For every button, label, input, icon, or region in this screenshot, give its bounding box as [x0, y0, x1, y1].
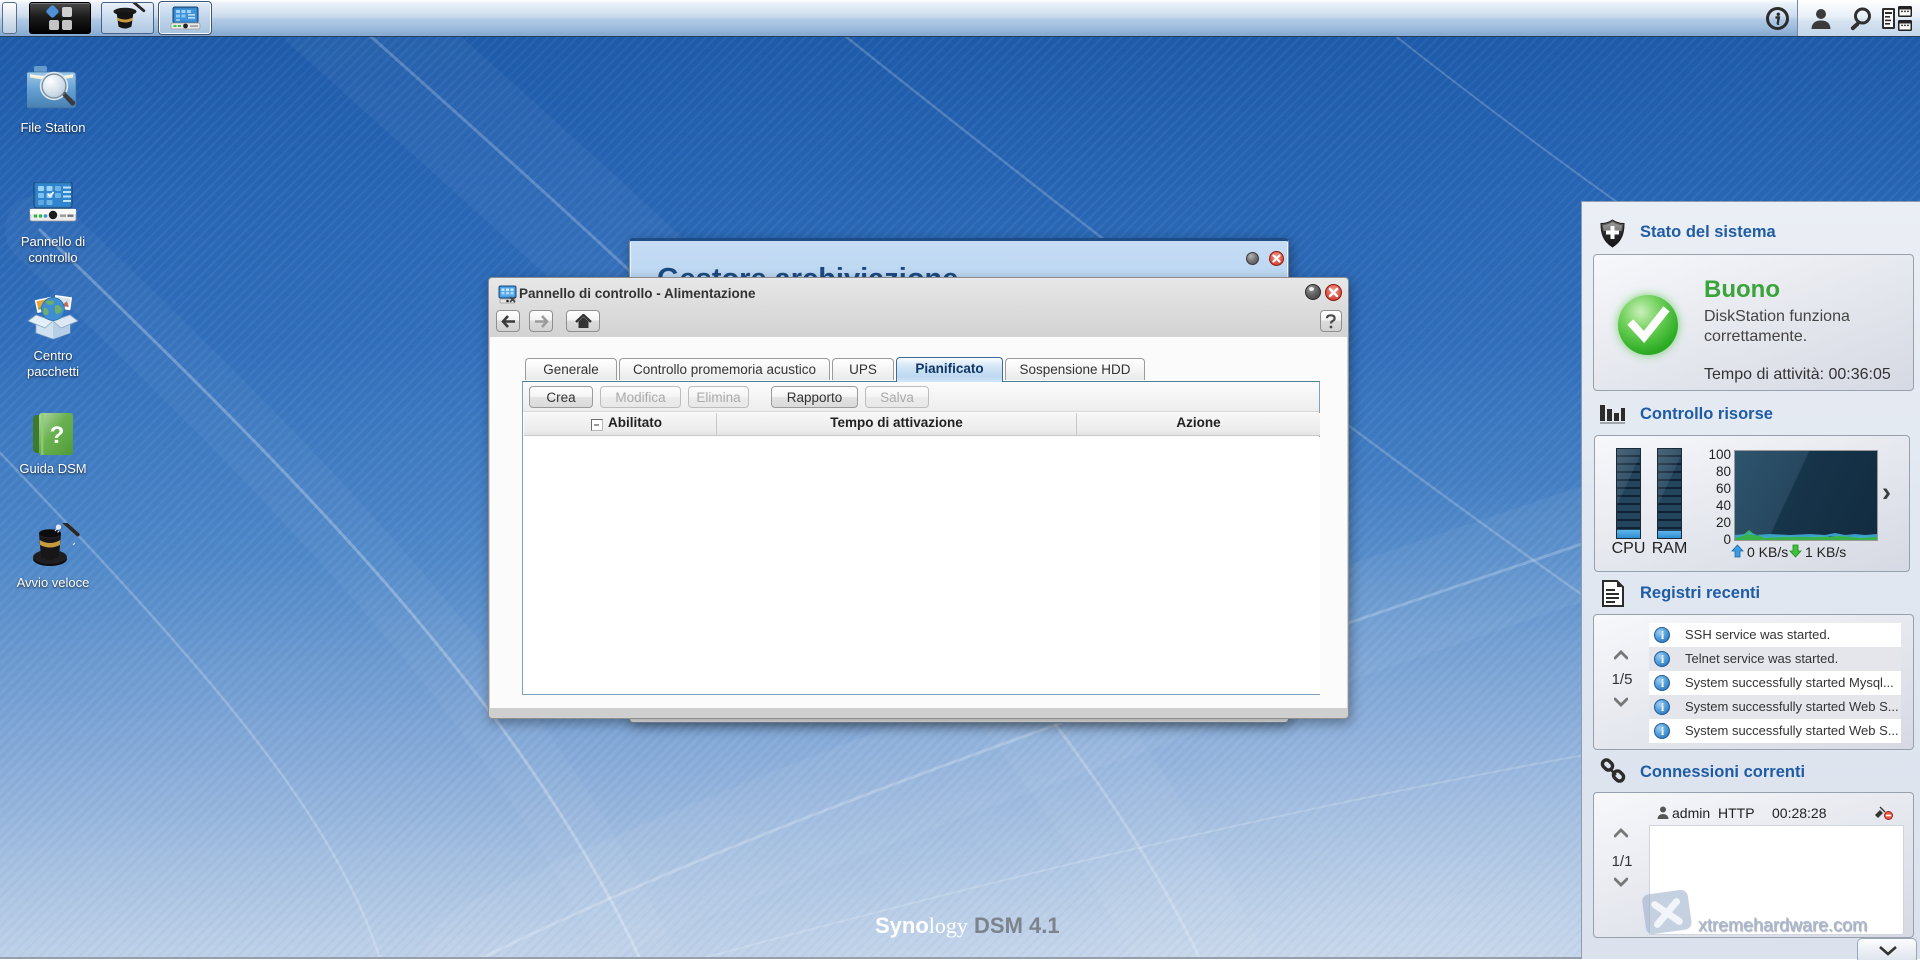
svg-text:?: ?: [50, 422, 65, 449]
